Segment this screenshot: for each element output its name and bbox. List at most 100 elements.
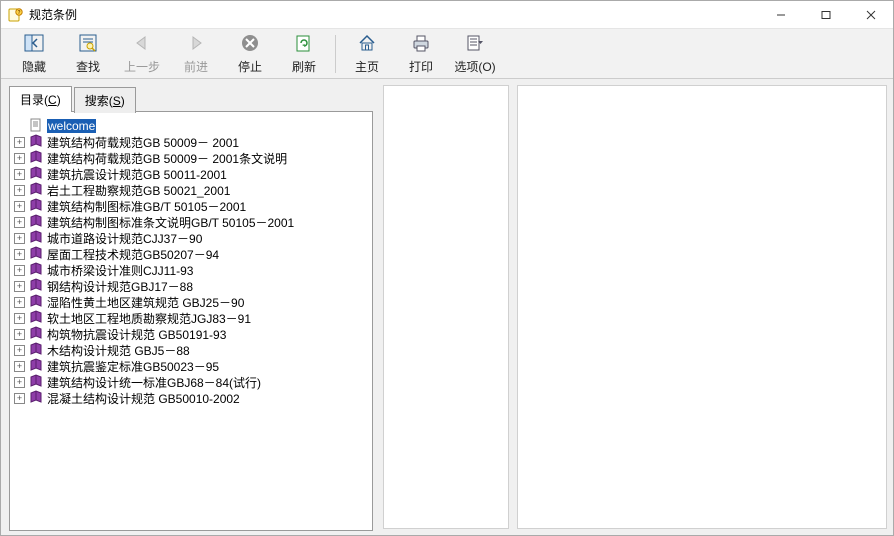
stop-button[interactable]: 停止 (223, 30, 277, 78)
tree-node[interactable]: +钢结构设计规范GBJ17－88 (14, 278, 368, 294)
tree-label: 混凝土结构设计规范 GB50010-2002 (47, 390, 240, 407)
tree-node[interactable]: + 建筑抗震设计规范GB 50011-2001 (14, 166, 368, 182)
book-icon (29, 390, 43, 407)
tree-label: 建筑结构制图标准条文说明GB/T 50105－2001 (47, 214, 294, 231)
expand-icon[interactable]: + (14, 201, 25, 212)
tree-node[interactable]: + 软土地区工程地质勘察规范JGJ83－91 (14, 310, 368, 326)
hide-pane-icon (23, 33, 45, 56)
book-icon (29, 310, 43, 327)
content-pane (383, 79, 893, 535)
toolbar: 隐藏 查找 上一步 前进 停止 (1, 29, 893, 79)
tree-node[interactable]: + 湿陷性黄土地区建筑规范 GBJ25－90 (14, 294, 368, 310)
book-icon (29, 278, 43, 295)
book-icon (29, 262, 43, 279)
book-icon (29, 374, 43, 391)
tree-label: 木结构设计规范 GBJ5－88 (47, 342, 190, 359)
find-button[interactable]: 查找 (61, 30, 115, 78)
book-icon (29, 134, 43, 151)
arrow-right-icon (185, 33, 207, 56)
stop-icon (239, 33, 261, 56)
tree-node[interactable]: +建筑结构荷载规范GB 50009－ 2001 (14, 134, 368, 150)
print-button[interactable]: 打印 (394, 30, 448, 78)
book-icon (29, 182, 43, 199)
tree-node[interactable]: +城市道路设计规范CJJ37－90 (14, 230, 368, 246)
expand-icon[interactable]: + (14, 249, 25, 260)
book-icon (29, 294, 43, 311)
options-icon (464, 33, 486, 56)
app-icon: ? (7, 7, 23, 23)
navigation-pane: 目录(C) 搜索(S) welcome +建筑结构荷载规范GB 50009－ 2… (1, 79, 377, 535)
tree-node[interactable]: + 建筑抗震鉴定标准GB50023－95 (14, 358, 368, 374)
home-icon (356, 33, 378, 56)
forward-button[interactable]: 前进 (169, 30, 223, 78)
tree-node[interactable]: + 岩土工程勘察规范GB 50021_2001 (14, 182, 368, 198)
close-button[interactable] (848, 1, 893, 29)
expand-icon[interactable]: + (14, 137, 25, 148)
tree-label: 建筑结构荷载规范GB 50009－ 2001条文说明 (47, 150, 287, 167)
expand-icon[interactable]: + (14, 297, 25, 308)
book-icon (29, 358, 43, 375)
tree-node[interactable]: + 城市桥梁设计准则CJJ11-93 (14, 262, 368, 278)
tab-contents[interactable]: 目录(C) (9, 86, 72, 112)
toolbar-separator (335, 35, 336, 73)
app-window: ? 规范条例 隐藏 查找 (0, 0, 894, 536)
book-icon (29, 326, 43, 343)
hide-button[interactable]: 隐藏 (7, 30, 61, 78)
tree-node[interactable]: + 建筑结构制图标准GB/T 50105－2001 (14, 198, 368, 214)
book-icon (29, 246, 43, 263)
tree-label: 软土地区工程地质勘察规范JGJ83－91 (47, 310, 251, 327)
tree-node[interactable]: + 混凝土结构设计规范 GB50010-2002 (14, 390, 368, 406)
book-icon (29, 342, 43, 359)
tree-node[interactable]: + 构筑物抗震设计规范 GB50191-93 (14, 326, 368, 342)
tree-label: 建筑抗震鉴定标准GB50023－95 (47, 358, 219, 375)
expand-icon[interactable]: + (14, 313, 25, 324)
expand-icon[interactable]: + (14, 185, 25, 196)
tree-node[interactable]: + 建筑结构制图标准条文说明GB/T 50105－2001 (14, 214, 368, 230)
tree-label: 城市桥梁设计准则CJJ11-93 (47, 262, 193, 279)
tree-node[interactable]: + 建筑结构荷载规范GB 50009－ 2001条文说明 (14, 150, 368, 166)
tree-node[interactable]: + 建筑结构设计统一标准GBJ68－84(试行) (14, 374, 368, 390)
expand-icon[interactable]: + (14, 153, 25, 164)
expand-icon[interactable]: + (14, 265, 25, 276)
expand-icon[interactable]: + (14, 329, 25, 340)
tree-node[interactable]: + 屋面工程技术规范GB50207－94 (14, 246, 368, 262)
tree-label: 建筑结构设计统一标准GBJ68－84(试行) (47, 374, 261, 391)
tree-label: 建筑抗震设计规范GB 50011-2001 (47, 166, 227, 183)
tree-label: 湿陷性黄土地区建筑规范 GBJ25－90 (47, 294, 244, 311)
content-blank-main (517, 85, 887, 529)
options-button[interactable]: 选项(O) (448, 30, 502, 78)
tree-label: 构筑物抗震设计规范 GB50191-93 (47, 326, 226, 343)
expand-icon[interactable]: + (14, 377, 25, 388)
book-icon (29, 214, 43, 231)
back-button[interactable]: 上一步 (115, 30, 169, 78)
tree-label: 岩土工程勘察规范GB 50021_2001 (47, 182, 230, 199)
expand-icon[interactable]: + (14, 217, 25, 228)
book-icon (29, 166, 43, 183)
tab-search[interactable]: 搜索(S) (74, 87, 136, 113)
expand-icon[interactable]: + (14, 233, 25, 244)
book-icon (29, 230, 43, 247)
body: 目录(C) 搜索(S) welcome +建筑结构荷载规范GB 50009－ 2… (1, 79, 893, 535)
expand-icon[interactable]: + (14, 361, 25, 372)
svg-text:?: ? (17, 10, 20, 16)
tree-node-welcome[interactable]: welcome (14, 118, 368, 134)
maximize-button[interactable] (803, 1, 848, 29)
arrow-left-icon (131, 33, 153, 56)
document-icon (29, 118, 43, 135)
expand-icon[interactable]: + (14, 345, 25, 356)
refresh-button[interactable]: 刷新 (277, 30, 331, 78)
expand-icon[interactable]: + (14, 169, 25, 180)
title-bar: ? 规范条例 (1, 1, 893, 29)
tree-label: 建筑结构制图标准GB/T 50105－2001 (47, 198, 246, 215)
content-blank-left (383, 85, 509, 529)
tree-label: welcome (47, 119, 96, 133)
book-icon (29, 198, 43, 215)
contents-tree[interactable]: welcome +建筑结构荷载规范GB 50009－ 2001+建筑结构荷载规范… (9, 111, 373, 531)
expand-icon[interactable]: + (14, 393, 25, 404)
tree-node[interactable]: + 木结构设计规范 GBJ5－88 (14, 342, 368, 358)
find-icon (77, 33, 99, 56)
tree-label: 屋面工程技术规范GB50207－94 (47, 246, 219, 263)
home-button[interactable]: 主页 (340, 30, 394, 78)
minimize-button[interactable] (758, 1, 803, 29)
expand-icon[interactable]: + (14, 281, 25, 292)
